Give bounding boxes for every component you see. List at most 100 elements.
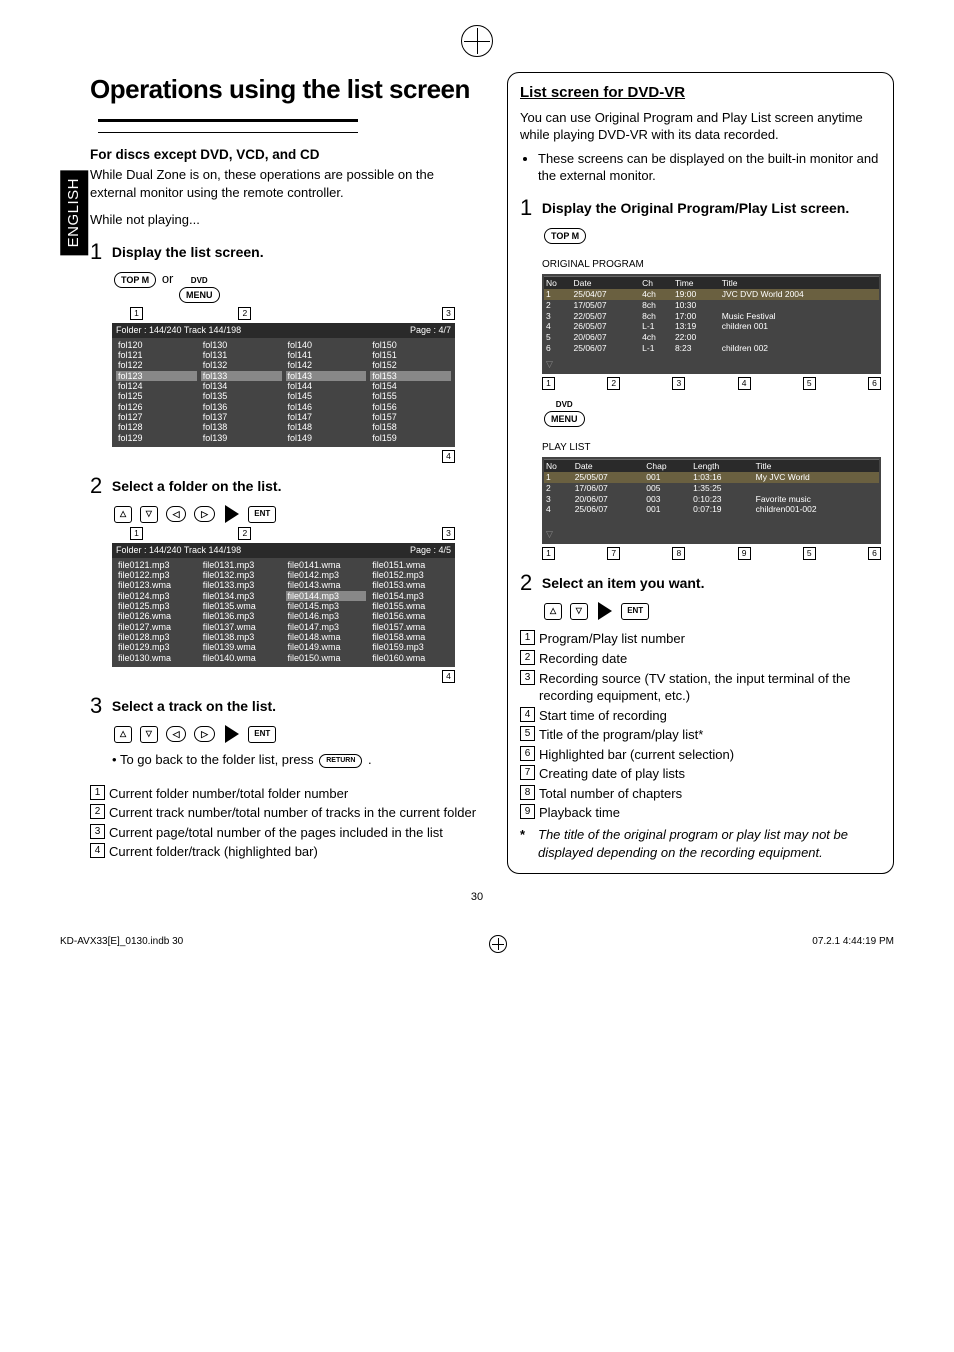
callout: 5 (520, 726, 535, 741)
up-button[interactable]: △ (114, 726, 132, 743)
callout: 8 (520, 785, 535, 800)
callout: 3 (672, 377, 685, 390)
callout: 4 (738, 377, 751, 390)
legend-text: Total number of chapters (539, 785, 881, 803)
folder-header-right: Page : 4/7 (410, 325, 451, 335)
callout: 2 (520, 650, 535, 665)
track-cell: file0129.mp3 (116, 642, 197, 652)
table-cell: children 002 (720, 343, 879, 354)
table-cell: JVC DVD World 2004 (720, 289, 879, 300)
track-cell: file0124.mp3 (116, 591, 197, 601)
table-cell: L-1 (640, 321, 673, 332)
legend-text: Current folder number/total folder numbe… (109, 785, 477, 803)
left-button[interactable]: ◁ (166, 726, 187, 742)
track-cell: file0122.mp3 (116, 570, 197, 580)
topm-button[interactable]: TOP M (114, 272, 156, 288)
callout: 1 (130, 527, 143, 540)
track-cell: file0126.wma (116, 611, 197, 621)
r-step-2-num: 2 (520, 568, 532, 598)
up-button[interactable]: △ (544, 603, 562, 620)
right-button[interactable]: ▷ (194, 726, 215, 742)
folder-cell: fol129 (116, 433, 197, 443)
return-button[interactable]: RETURN (319, 754, 362, 767)
table-cell: 6 (544, 343, 572, 354)
left-button[interactable]: ◁ (166, 506, 187, 522)
callout: 3 (90, 824, 105, 839)
folder-list-panel: Folder : 144/240 Track 144/198 Page : 4/… (112, 323, 455, 447)
folder-cell: fol125 (116, 391, 197, 401)
legend-row: 4Start time of recording (520, 707, 881, 725)
step-3: 3 Select a track on the list. (90, 691, 477, 721)
table-row: 425/06/070010:07:19children001-002 (544, 504, 879, 515)
callout: 9 (520, 804, 535, 819)
footer-reg (489, 935, 507, 953)
track-cell: file0150.wma (286, 653, 367, 663)
topm-button[interactable]: TOP M (544, 228, 586, 244)
arrow-icon (225, 725, 239, 743)
legend-text: Recording source (TV station, the input … (539, 670, 881, 705)
r-step-1: 1 Display the Original Program/Play List… (520, 193, 881, 223)
legend-text: Recording date (539, 650, 881, 668)
folder-cell: fol149 (286, 433, 367, 443)
col-head: Title (720, 276, 879, 289)
table-row: 217/05/078ch10:30 (544, 300, 879, 311)
original-program-panel: NoDateChTimeTitle125/04/074ch19:00JVC DV… (542, 274, 881, 375)
table-cell: 20/06/07 (572, 332, 641, 343)
track-cell: file0146.mp3 (286, 611, 367, 621)
folder-cell: fol128 (116, 422, 197, 432)
legend-text: Current folder/track (highlighted bar) (109, 843, 477, 861)
track-cell: file0152.mp3 (370, 570, 451, 580)
language-tab: ENGLISH (60, 170, 88, 255)
menu-button[interactable]: MENU (544, 411, 585, 427)
heading-rule (98, 119, 358, 133)
folder-cell: fol146 (286, 402, 367, 412)
track-cell: file0132.mp3 (201, 570, 282, 580)
down-button[interactable]: ▽ (140, 506, 158, 523)
table-cell: 3 (544, 494, 573, 505)
table-cell: 17/06/07 (573, 483, 645, 494)
table-cell: 001 (644, 472, 691, 483)
folder-cell: fol126 (116, 402, 197, 412)
callout: 9 (738, 547, 751, 560)
down-button[interactable]: ▽ (140, 726, 158, 743)
right-button[interactable]: ▷ (194, 506, 215, 522)
play-list-panel: NoDateChapLengthTitle125/05/070011:03:16… (542, 457, 881, 544)
intro-para-2: While not playing... (90, 211, 477, 229)
r-step-2: 2 Select an item you want. (520, 568, 881, 598)
up-button[interactable]: △ (114, 506, 132, 523)
table-cell: 8ch (640, 300, 673, 311)
left-legend: 1Current folder number/total folder numb… (90, 785, 477, 861)
return-line: • To go back to the folder list, press R… (90, 751, 477, 769)
table-cell: 17/05/07 (572, 300, 641, 311)
track-cell: file0158.wma (370, 632, 451, 642)
table-cell: My JVC World (754, 472, 879, 483)
down-button[interactable]: ▽ (570, 603, 588, 620)
table-cell: children001-002 (754, 504, 879, 515)
folder-header-left: Folder : 144/240 Track 144/198 (116, 325, 241, 335)
ent-button[interactable]: ENT (621, 603, 649, 620)
callout: 6 (520, 746, 535, 761)
menu-button[interactable]: MENU (179, 287, 220, 303)
ent-button[interactable]: ENT (248, 506, 276, 523)
legend-text: Start time of recording (539, 707, 881, 725)
table-cell: 1 (544, 472, 573, 483)
table-cell: 1:03:16 (691, 472, 753, 483)
callout: 1 (542, 547, 555, 560)
table-cell: 8ch (640, 311, 673, 322)
legend-row: 2Current track number/total number of tr… (90, 804, 477, 822)
step-1-buttons: TOP M or DVD MENU (90, 270, 477, 303)
track-cell: file0133.mp3 (201, 580, 282, 590)
table-cell: Favorite music (754, 494, 879, 505)
table-cell: 13:19 (673, 321, 720, 332)
table-cell: 0:07:19 (691, 504, 753, 515)
step-2: 2 Select a folder on the list. (90, 471, 477, 501)
ent-button[interactable]: ENT (248, 726, 276, 743)
callout: 3 (520, 670, 535, 685)
folder-cell: fol121 (116, 350, 197, 360)
folder-cell: fol130 (201, 340, 282, 350)
legend-text: Title of the program/play list* (539, 726, 881, 744)
step-3-title: Select a track on the list. (112, 698, 276, 714)
table-row: 426/05/07L-113:19children 001 (544, 321, 879, 332)
folder-cell: fol143 (286, 371, 367, 381)
col-head: Chap (644, 459, 691, 472)
